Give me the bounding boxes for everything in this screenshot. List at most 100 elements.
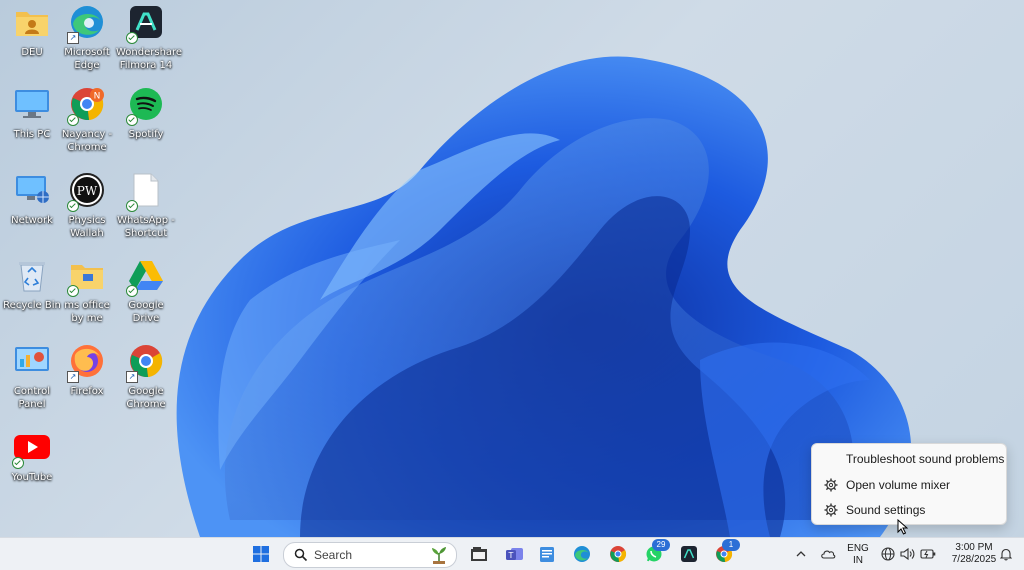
menu-item-sound-settings[interactable]: Sound settings [812,498,1006,522]
pw-icon: PW [67,170,107,212]
desktop-icon-label: This PC [13,129,51,140]
google-drive-icon [126,255,166,297]
desktop-icon-label: Google Drive [128,300,164,324]
youtube-icon [12,427,52,469]
sync-check-icon [67,285,79,297]
network-icon [12,170,52,210]
control-panel-icon [12,341,52,381]
region-code: IN [853,555,863,566]
recycle-bin-icon [12,255,52,295]
desktop-icon-label: Firefox [70,386,104,397]
start-button[interactable] [248,542,274,566]
folder-icon [67,255,107,297]
gear-icon [824,503,838,517]
search-icon [294,548,308,562]
filmora-icon [680,545,698,563]
desktop-icon-label: Spotify [128,129,164,140]
sync-check-icon [126,114,138,126]
language-indicator[interactable]: ENG IN [845,543,871,567]
desktop-icon-label: Nayancy - Chrome [61,129,113,153]
plant-widget-icon [432,547,446,564]
menu-item-open-volume-mixer[interactable]: Open volume mixer [812,473,1006,497]
file-explorer-icon [470,546,488,562]
sync-check-icon [67,200,79,212]
desktop-icon-google-drive[interactable]: Google Drive [116,255,176,325]
notification-count-badge: 1 [722,539,740,551]
clock-time: 3:00 PM [955,542,993,553]
edge-icon [573,545,591,563]
desktop-icon-label: Physics Wallah [68,215,106,239]
shortcut-arrow-icon: ↗ [126,371,138,383]
svg-text:PW: PW [77,184,98,198]
desktop-icon-spotify[interactable]: Spotify [116,84,176,141]
desktop-icon-label: Network [11,215,53,226]
windows-logo-icon [253,546,269,562]
desktop-icon-google-chrome[interactable]: ↗ Google Chrome [116,341,176,411]
desktop-icon-youtube[interactable]: YouTube [2,427,62,484]
volume-icon[interactable] [900,547,915,561]
mouse-pointer-icon [897,519,908,535]
document-icon [126,170,166,212]
chrome-icon [609,545,627,563]
desktop-icon-label: Control Panel [13,386,51,410]
notification-count-badge: 29 [652,539,670,551]
filmora-icon [126,2,166,44]
taskbar-app-whatsapp[interactable]: 29 [641,539,670,566]
globe-network-icon[interactable] [881,547,895,561]
taskbar: Search T 29 1 ENG IN 3:00 PM 7/28/2025 [0,537,1024,570]
desktop-icon-recycle-bin[interactable]: Recycle Bin [2,255,62,312]
taskbar-app-file-explorer[interactable] [466,542,492,566]
sync-check-icon [126,285,138,297]
sync-check-icon [126,32,138,44]
shortcut-arrow-icon: ↗ [67,32,79,44]
sync-check-icon [126,200,138,212]
desktop-icon-nayancy-chrome[interactable]: N Nayancy - Chrome [57,84,117,154]
desktop-icon-label: Google Chrome [126,386,166,410]
desktop-icon-control-panel[interactable]: Control Panel [2,341,62,411]
shortcut-arrow-icon: ↗ [67,371,79,383]
desktop-icon-firefox[interactable]: ↗ Firefox [57,341,117,398]
desktop-icon-label: Microsoft Edge [64,47,110,71]
desktop-icon-label: Recycle Bin [3,300,61,311]
desktop-icon-label: Wondershare Filmora 14 [116,47,183,71]
taskbar-app-edge[interactable] [569,542,595,566]
desktop-icon-whatsapp-shortcut[interactable]: WhatsApp - Shortcut [116,170,176,240]
edge-icon: ↗ [67,2,107,44]
menu-item-label: Sound settings [846,503,926,517]
taskbar-search-box[interactable]: Search [283,542,457,568]
taskbar-app-teams[interactable]: T [502,542,528,566]
desktop-icon-network[interactable]: Network [2,170,62,227]
onedrive-cloud-icon[interactable] [820,547,836,561]
gear-icon [824,478,838,492]
desktop-icon-microsoft-edge[interactable]: ↗ Microsoft Edge [57,2,117,72]
taskbar-app-filmora[interactable] [676,542,702,566]
menu-item-troubleshoot-sound[interactable]: Troubleshoot sound problems [812,447,1006,471]
battery-icon[interactable] [920,548,936,560]
clock[interactable]: 3:00 PM 7/28/2025 [944,542,1004,566]
desktop-icon-label: YouTube [11,472,53,483]
desktop-icon-deu[interactable]: DEU [2,2,62,59]
desktop-icon-this-pc[interactable]: This PC [2,84,62,141]
svg-text:T: T [508,551,514,560]
teams-icon: T [505,545,525,563]
notification-bell-icon[interactable] [1000,548,1012,561]
taskbar-app-chrome-profile[interactable]: 1 [711,539,740,566]
svg-text:N: N [94,92,101,102]
language-code: ENG [847,543,869,554]
sync-check-icon [12,457,24,469]
sync-check-icon [67,114,79,126]
menu-item-label: Troubleshoot sound problems [846,452,1005,466]
chrome-profile-icon: N [67,84,107,126]
user-folder-icon [12,2,52,42]
chrome-icon: ↗ [126,341,166,383]
menu-item-label: Open volume mixer [846,478,951,492]
desktop-icon-physics-wallah[interactable]: PW Physics Wallah [57,170,117,240]
taskbar-app-chrome[interactable] [605,542,631,566]
spotify-icon [126,84,166,126]
desktop-icon-ms-office-by-me[interactable]: ms office by me [57,255,117,325]
desktop-icon-label: WhatsApp - Shortcut [117,215,175,239]
desktop-icon-wondershare-filmora-14[interactable]: Wondershare Filmora 14 [116,2,183,72]
chevron-up-icon[interactable] [796,550,806,558]
desktop-icon-label: ms office by me [64,300,110,324]
taskbar-app-notepad[interactable] [534,542,560,566]
